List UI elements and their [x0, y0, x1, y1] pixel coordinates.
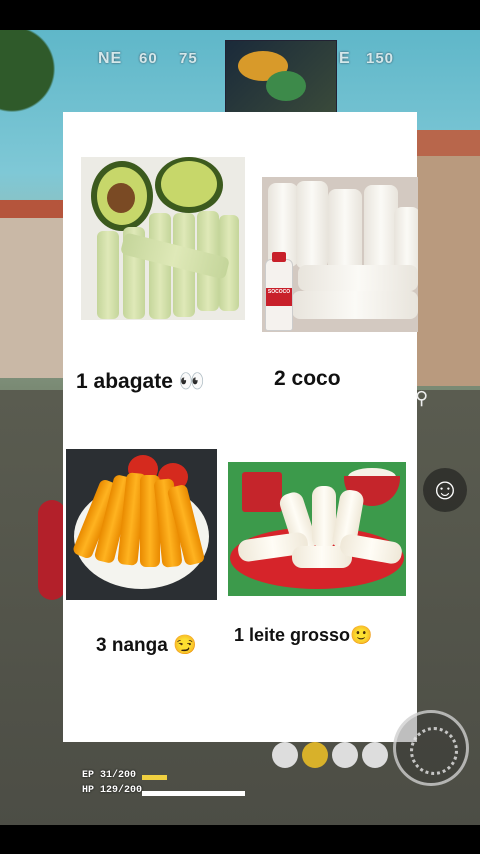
- skill-slot-icon[interactable]: [332, 742, 358, 768]
- video-thumbnail: [225, 40, 337, 114]
- skill-slot-icon[interactable]: [362, 742, 388, 768]
- bottle-brand: SOCOCO: [267, 289, 291, 295]
- item-text: 1 leite grosso: [234, 625, 351, 645]
- popsicle-stick: [292, 291, 418, 319]
- coconut-milk-bottle: SOCOCO: [265, 252, 293, 331]
- skill-slot-active-icon[interactable]: [302, 742, 328, 768]
- ep-bar: [142, 775, 167, 780]
- milk-popsicle-photo: [228, 462, 406, 596]
- compass-label: 60: [139, 50, 158, 67]
- popsicle-stick: [298, 265, 418, 291]
- avocado-flesh: [161, 161, 217, 207]
- house-right: [410, 130, 480, 386]
- smirk-emoji-icon: 😏: [173, 635, 197, 656]
- top-letterbox: [0, 0, 480, 30]
- compass-label: 75: [179, 50, 198, 67]
- eyes-emoji-icon: 👀: [178, 370, 205, 393]
- skill-slots: [272, 742, 392, 770]
- avocado-pit: [107, 183, 135, 213]
- item-label-avocado: 1 abagate 👀: [76, 370, 205, 394]
- popsicle-stick: [149, 213, 171, 319]
- crosshair-icon: [410, 727, 458, 775]
- popsicle-stick: [328, 189, 362, 273]
- compass-label: E: [339, 50, 351, 67]
- item-label-coconut: 2 coco: [274, 367, 341, 391]
- overlay-card: SOCOCO 1 abagate 👀 2 coco 3 nanga 😏 1 le…: [63, 112, 418, 742]
- red-mug: [242, 472, 282, 512]
- hp-readout: HP 129/200: [82, 785, 143, 796]
- ep-readout: EP 31/200: [82, 770, 137, 781]
- emote-button[interactable]: ☺: [423, 468, 467, 512]
- pin-glyph: ⚲: [415, 388, 429, 408]
- item-label-mango: 3 nanga 😏: [96, 633, 197, 657]
- coconut-photo: SOCOCO: [262, 177, 418, 332]
- popsicle-stick: [296, 181, 328, 269]
- fire-button[interactable]: [393, 710, 469, 786]
- mango-photo: [66, 449, 217, 600]
- compass-label: NE: [98, 50, 123, 67]
- item-text: 1 abagate: [76, 370, 173, 393]
- smile-emoji-icon: 🙂: [350, 625, 373, 645]
- popsicle-stick: [97, 231, 119, 319]
- bottom-letterbox: [0, 825, 480, 854]
- compass-label: 150: [366, 50, 395, 67]
- item-label-milk: 1 leite grosso🙂: [234, 625, 372, 646]
- hp-bar: [142, 791, 245, 796]
- skill-slot-icon[interactable]: [272, 742, 298, 768]
- bottle-cap: [272, 252, 286, 262]
- smiley-icon: ☺: [429, 473, 461, 506]
- thumbnail-leaf: [266, 71, 306, 101]
- bottle-label: SOCOCO: [266, 288, 292, 306]
- map-pin-icon[interactable]: ⚲: [415, 388, 433, 412]
- player-arm: [38, 500, 66, 600]
- house-left: [0, 200, 70, 378]
- avocado-photo: [81, 157, 245, 320]
- popsicle-stick: [364, 185, 398, 273]
- item-text: 3 nanga: [96, 635, 168, 656]
- item-text: 2 coco: [274, 367, 341, 390]
